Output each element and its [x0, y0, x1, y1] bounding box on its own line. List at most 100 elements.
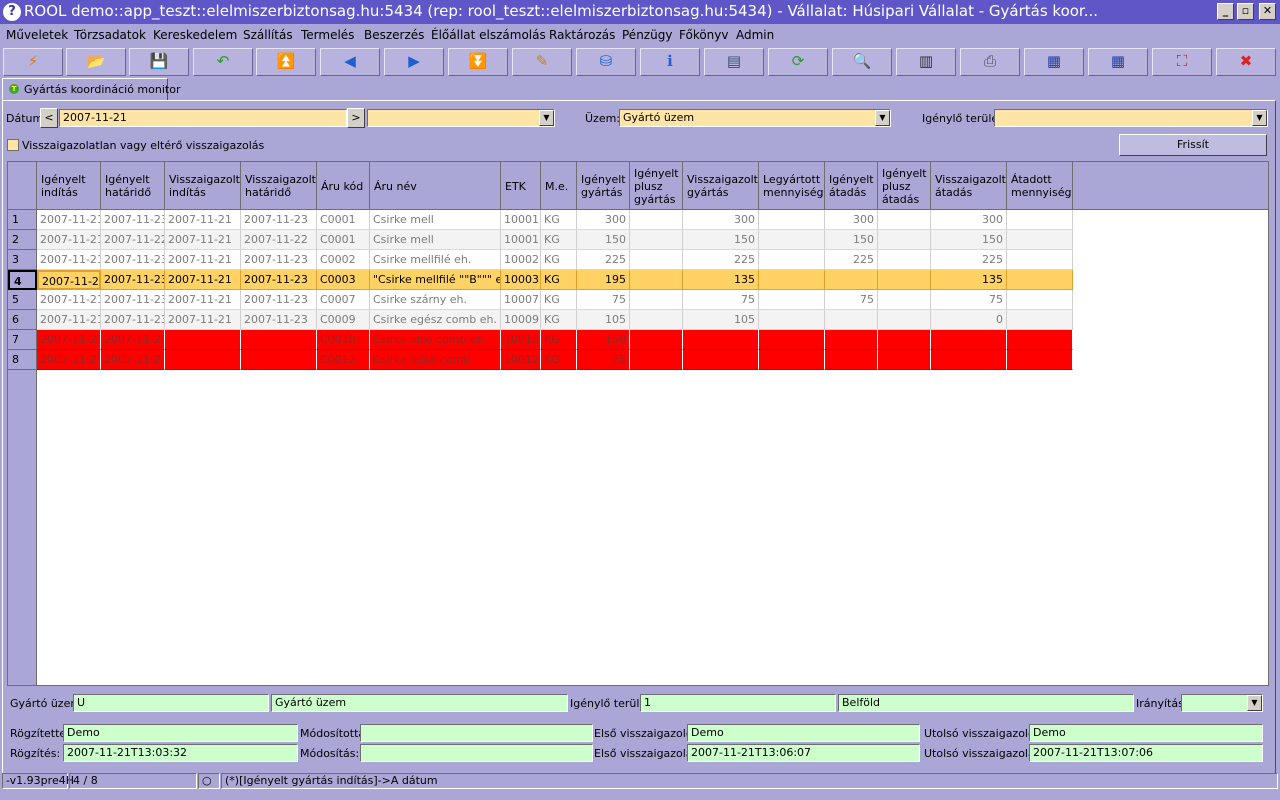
table-cell[interactable]: KG [541, 330, 577, 350]
table-cell[interactable]: 150 [683, 230, 759, 250]
igenylo-terulet-select[interactable]: ▼ [994, 109, 1268, 127]
menu-torzsadatok[interactable]: Törzsadatok [74, 28, 146, 42]
last-record-button[interactable]: ⏬ [448, 48, 508, 76]
previous-record-button[interactable]: ◀ [320, 48, 380, 76]
column-header[interactable]: Áru név [370, 162, 501, 210]
table-cell[interactable]: KG [541, 230, 577, 250]
first-record-button[interactable]: ⏫ [256, 48, 316, 76]
table-cell[interactable]: 135 [683, 270, 759, 290]
table-cell[interactable]: Csirke alsó comb eh. [370, 330, 501, 350]
menu-penzugy[interactable]: Pénzügy [622, 28, 672, 42]
table-cell[interactable]: 195 [577, 270, 630, 290]
igenylo-terulet-name-field[interactable]: Belföld [838, 694, 1134, 712]
table-cell[interactable]: C0012 [317, 350, 370, 370]
row-number[interactable]: 6 [8, 310, 37, 330]
close-button[interactable]: ✖ [1216, 48, 1276, 76]
table-cell[interactable] [878, 310, 931, 330]
table-cell[interactable]: 150 [577, 330, 630, 350]
columns-button[interactable]: ▥ [896, 48, 956, 76]
table-cell[interactable] [759, 350, 825, 370]
table-cell[interactable] [759, 210, 825, 230]
menu-beszerzes[interactable]: Beszerzés [364, 28, 424, 42]
row-number[interactable]: 1 [8, 210, 37, 230]
table-cell[interactable]: KG [541, 270, 577, 290]
table-cell[interactable] [1007, 250, 1073, 270]
row-number[interactable]: 7 [8, 330, 37, 350]
table-cell[interactable] [825, 270, 878, 290]
data-grid[interactable]: Igényelt indítás Igényelt határidő Visszai… [7, 161, 1269, 686]
form-view-button[interactable]: ▤ [704, 48, 764, 76]
row-number[interactable]: 2 [8, 230, 37, 250]
tab-gyartas-koordinacio-monitor[interactable]: T Gyártás koordináció monitor [2, 78, 180, 100]
table-cell[interactable]: 2007-11-23 [101, 310, 165, 330]
menu-kereskedelem[interactable]: Kereskedelem [153, 28, 237, 42]
elso-visszaigazolo-field[interactable]: Demo [687, 724, 920, 742]
row-number[interactable]: 4 [8, 270, 37, 290]
table-cell[interactable]: Csirke szárny eh. [370, 290, 501, 310]
table-cell[interactable]: 2007-11-23 [241, 210, 317, 230]
next-date-button[interactable]: > [347, 108, 365, 128]
prev-date-button[interactable]: < [40, 108, 58, 128]
table-cell[interactable]: 105 [577, 310, 630, 330]
datum-input[interactable]: 2007-11-21 [59, 109, 347, 127]
chevron-down-icon[interactable]: ▼ [1247, 695, 1262, 711]
table-cell[interactable]: 225 [931, 250, 1007, 270]
table-cell[interactable] [630, 350, 683, 370]
visszaigazolatlan-checkbox[interactable] [7, 139, 19, 151]
table-cell[interactable]: 0 [931, 310, 1007, 330]
table-cell[interactable]: 75 [825, 290, 878, 310]
column-header[interactable]: Visszaigazolt gyártás [683, 162, 759, 210]
table-cell[interactable]: 225 [683, 250, 759, 270]
table-cell[interactable] [931, 350, 1007, 370]
table-cell[interactable] [241, 330, 317, 350]
table-cell[interactable] [931, 330, 1007, 350]
table-cell[interactable] [759, 250, 825, 270]
table-cell[interactable]: "Csirke mellfilé ""B""" eh." [370, 270, 501, 290]
table-cell[interactable] [630, 310, 683, 330]
table-cell[interactable]: C0009 [317, 310, 370, 330]
menu-fokonyv[interactable]: Főkönyv [679, 28, 729, 42]
table-cell[interactable] [759, 270, 825, 290]
table-cell[interactable]: KG [541, 290, 577, 310]
menu-termeles[interactable]: Termelés [301, 28, 354, 42]
table-cell[interactable] [759, 330, 825, 350]
table-cell[interactable] [165, 330, 241, 350]
table-cell[interactable]: 2007-11-23 [101, 210, 165, 230]
utolso-visszaigazolo-field[interactable]: Demo [1029, 724, 1263, 742]
table-row[interactable]: 2007-11-21 2007-11-22 2007-11-21 2007-11-22… [37, 230, 1073, 250]
table-cell[interactable]: 2007-11-21 [165, 230, 241, 250]
table-cell[interactable]: 10001 [501, 210, 541, 230]
print-button[interactable]: ⎙ [960, 48, 1020, 76]
table-cell[interactable]: 2007-11-21 [37, 290, 101, 310]
modositotta-field[interactable] [360, 724, 593, 742]
next-record-button[interactable]: ▶ [384, 48, 444, 76]
table-cell[interactable] [630, 270, 683, 290]
table-cell[interactable]: 75 [683, 290, 759, 310]
chevron-down-icon[interactable]: ▼ [539, 110, 554, 126]
table-cell[interactable]: 105 [683, 310, 759, 330]
table-cell[interactable]: 225 [825, 250, 878, 270]
table-cell[interactable] [878, 350, 931, 370]
menu-eloallat-elszamolas[interactable]: Élőállat elszámolás [431, 28, 546, 42]
search-button[interactable]: 🔍 [832, 48, 892, 76]
table-cell[interactable]: KG [541, 350, 577, 370]
table-cell[interactable] [683, 330, 759, 350]
refresh-button[interactable]: ⟳ [768, 48, 828, 76]
table-cell[interactable] [878, 270, 931, 290]
table-cell[interactable]: 150 [931, 230, 1007, 250]
table-cell[interactable]: 2007-11-21 [37, 330, 101, 350]
column-header[interactable]: Átadott mennyiség [1007, 162, 1073, 210]
table-cell[interactable]: C0001 [317, 230, 370, 250]
table-cell[interactable]: 10003 [501, 270, 541, 290]
modositas-field[interactable] [360, 744, 593, 762]
table-cell[interactable]: 75 [577, 290, 630, 310]
edit-button[interactable]: ✎ [512, 48, 572, 76]
table-cell[interactable]: C0001 [317, 210, 370, 230]
refresh-button[interactable]: Frissít [1119, 134, 1267, 156]
table-row[interactable]: 2007-11-21 2007-11-23 2007-11-21 2007-11-23… [37, 250, 1073, 270]
table-cell[interactable] [1007, 210, 1073, 230]
lightning-button[interactable]: ⚡ [3, 48, 63, 76]
table-cell[interactable]: 2007-11-23 [101, 270, 165, 290]
table-cell[interactable]: 2007-11-23 [101, 250, 165, 270]
table-cell[interactable] [241, 350, 317, 370]
